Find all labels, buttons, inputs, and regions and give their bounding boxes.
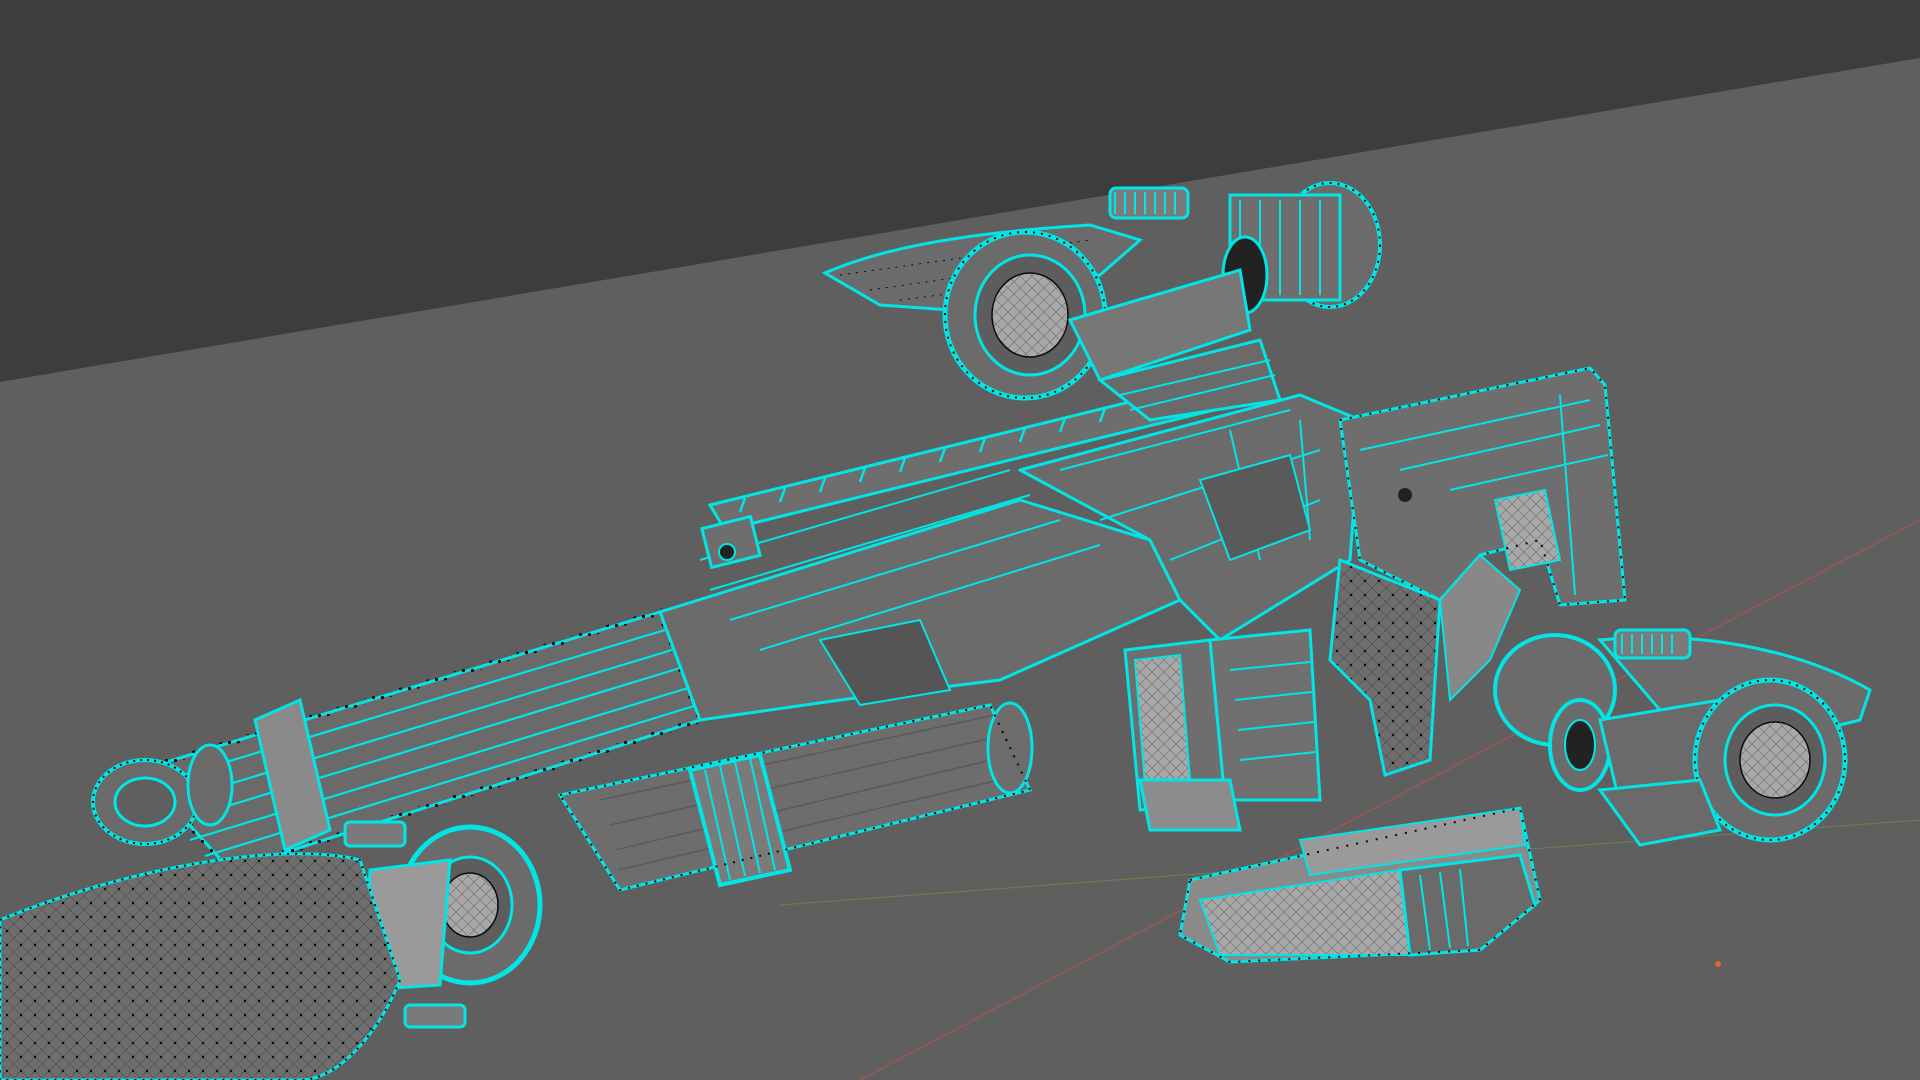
origin-point — [1715, 961, 1721, 967]
3d-viewport[interactable] — [0, 0, 1920, 1080]
scene-canvas[interactable] — [0, 0, 1920, 1080]
magazine-vertical[interactable] — [1123, 628, 1322, 832]
